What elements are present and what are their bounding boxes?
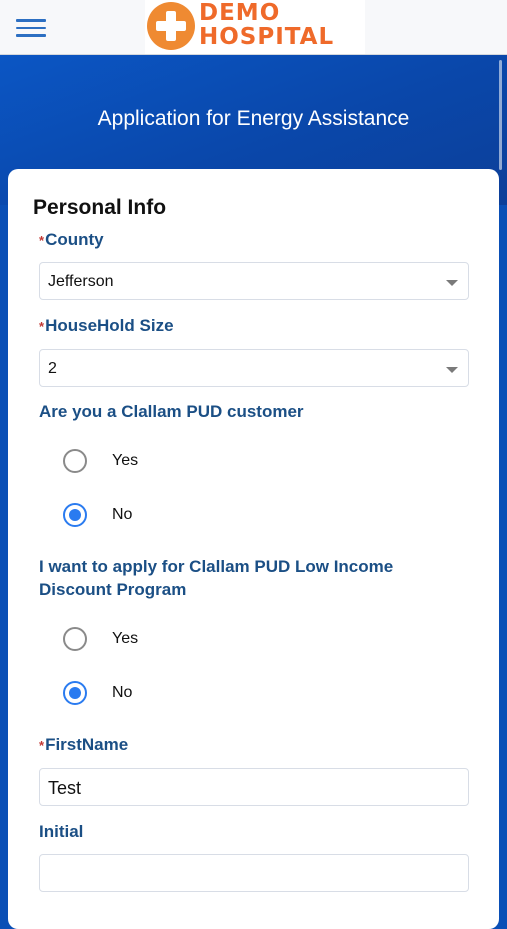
low-income-question-line1: I want to apply for Clallam PUD Low Inco… [39, 557, 394, 576]
household-size-label: *HouseHold Size [39, 316, 174, 335]
household-size-select[interactable]: 2 [39, 349, 469, 387]
initial-input[interactable] [39, 854, 469, 892]
logo-text-line2: HOSPITAL [199, 24, 335, 50]
hamburger-menu-icon[interactable] [16, 19, 46, 37]
county-value: Jefferson [48, 273, 114, 290]
initial-label: Initial [39, 822, 84, 841]
pud-customer-yes-radio[interactable] [63, 449, 87, 473]
logo-text-line1: DEMO [199, 0, 281, 26]
first-name-input[interactable]: Test [39, 768, 469, 806]
first-name-value: Test [48, 778, 82, 798]
hospital-logo: DEMO HOSPITAL [145, 0, 365, 54]
top-bar: DEMO HOSPITAL [0, 0, 507, 55]
scrollbar[interactable] [499, 60, 502, 170]
low-income-yes-radio[interactable] [63, 627, 87, 651]
first-name-label: *FirstName [39, 735, 129, 754]
low-income-no-label[interactable]: No [112, 684, 132, 702]
county-label: *County [39, 230, 104, 249]
pud-customer-yes-label[interactable]: Yes [112, 452, 138, 470]
county-select[interactable]: Jefferson [39, 262, 469, 300]
required-marker: * [39, 233, 45, 248]
low-income-no-radio[interactable] [63, 681, 87, 705]
chevron-down-icon [446, 280, 458, 286]
required-marker: * [39, 738, 45, 753]
page-title: Application for Energy Assistance [97, 107, 410, 130]
section-title: Personal Info [33, 196, 167, 219]
required-marker: * [39, 319, 45, 334]
chevron-down-icon [446, 367, 458, 373]
low-income-yes-label[interactable]: Yes [112, 630, 138, 648]
pud-customer-question: Are you a Clallam PUD customer [39, 402, 304, 421]
pud-customer-no-radio[interactable] [63, 503, 87, 527]
low-income-question-line2: Discount Program [39, 580, 187, 599]
household-size-value: 2 [48, 360, 57, 377]
plus-cross-icon [147, 2, 195, 50]
pud-customer-no-label[interactable]: No [112, 506, 132, 524]
